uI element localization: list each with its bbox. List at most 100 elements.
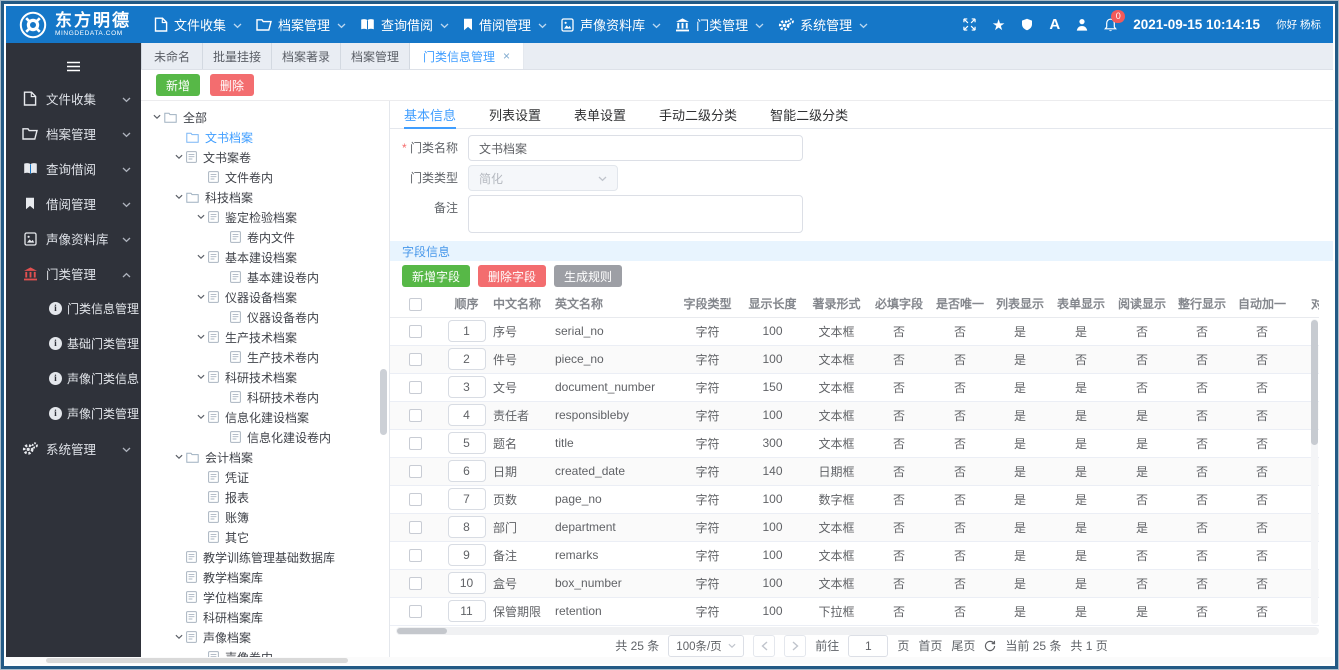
tree-expand-icon[interactable] bbox=[171, 454, 186, 460]
tab-未命名[interactable]: 未命名 bbox=[141, 43, 203, 69]
first-page-link[interactable]: 首页 bbox=[918, 637, 942, 654]
tree-expand-icon[interactable] bbox=[193, 414, 208, 420]
tree-item-文件卷内[interactable]: 文件卷内 bbox=[141, 167, 389, 187]
order-input[interactable]: 2 bbox=[447, 348, 486, 370]
tree-item-文书档案[interactable]: 文书档案 bbox=[141, 127, 389, 147]
tree-item-科研档案库[interactable]: 科研档案库 bbox=[141, 607, 389, 627]
prev-page-button[interactable] bbox=[753, 634, 776, 657]
nav-item-6[interactable]: 门类管理 bbox=[675, 6, 764, 43]
tree-item-基本建设档案[interactable]: 基本建设档案 bbox=[141, 247, 389, 267]
tree-vscrollbar-thumb[interactable] bbox=[380, 369, 387, 435]
tree-item-声像档案[interactable]: 声像档案 bbox=[141, 627, 389, 647]
star-icon[interactable]: ★ bbox=[992, 16, 1005, 34]
category-name-input[interactable] bbox=[468, 135, 803, 161]
sidebar-subitem-声像门类信息[interactable]: i 声像门类信息 bbox=[6, 361, 141, 396]
sidebar-item-5[interactable]: 声像资料库 bbox=[6, 221, 141, 256]
tree-item-报表[interactable]: 报表 bbox=[141, 487, 389, 507]
tab-档案管理[interactable]: 档案管理 bbox=[341, 43, 411, 69]
panel-tab-列表设置[interactable]: 列表设置 bbox=[489, 101, 541, 128]
nav-item-4[interactable]: 借阅管理 bbox=[463, 6, 547, 43]
sidebar-subitem-门类信息管理[interactable]: i 门类信息管理 bbox=[6, 291, 141, 326]
bell-icon[interactable]: 0 bbox=[1104, 9, 1126, 32]
refresh-icon[interactable] bbox=[984, 640, 996, 652]
tree-expand-icon[interactable] bbox=[193, 214, 208, 220]
user-icon[interactable] bbox=[1076, 18, 1088, 31]
delete-field-button[interactable]: 删除字段 bbox=[478, 265, 547, 287]
tree-expand-icon[interactable] bbox=[193, 294, 208, 300]
sidebar-item-2[interactable]: 档案管理 bbox=[6, 116, 141, 151]
tree-item-信息化建设卷内[interactable]: 信息化建设卷内 bbox=[141, 427, 389, 447]
tree-expand-icon[interactable] bbox=[149, 114, 164, 120]
page-hscrollbar[interactable] bbox=[6, 657, 1333, 664]
order-input[interactable]: 8 bbox=[447, 516, 486, 538]
tree-item-学位档案库[interactable]: 学位档案库 bbox=[141, 587, 389, 607]
panel-tab-表单设置[interactable]: 表单设置 bbox=[574, 101, 626, 128]
table-vscrollbar-thumb[interactable] bbox=[1311, 320, 1318, 445]
close-icon[interactable]: × bbox=[503, 49, 510, 63]
order-input[interactable]: 1 bbox=[447, 320, 486, 342]
row-checkbox[interactable] bbox=[408, 465, 422, 479]
row-checkbox[interactable] bbox=[408, 605, 422, 619]
font-size-icon[interactable]: A bbox=[1049, 16, 1060, 33]
tree-item-鉴定检验档案[interactable]: 鉴定检验档案 bbox=[141, 207, 389, 227]
tree-item-生产技术档案[interactable]: 生产技术档案 bbox=[141, 327, 389, 347]
table-hscrollbar-track[interactable] bbox=[396, 626, 1319, 635]
sidebar-item-6[interactable]: 门类管理 bbox=[6, 256, 141, 291]
sidebar-subitem-基础门类管理[interactable]: i 基础门类管理 bbox=[6, 326, 141, 361]
delete-button[interactable]: 删除 bbox=[210, 74, 255, 96]
goto-page-input[interactable] bbox=[848, 634, 889, 657]
nav-item-1[interactable]: 文件收集 bbox=[154, 6, 242, 43]
tree-item-文书案卷[interactable]: 文书案卷 bbox=[141, 147, 389, 167]
generate-rule-button[interactable]: 生成规则 bbox=[554, 265, 623, 287]
sidebar-item-3[interactable]: 查询借阅 bbox=[6, 151, 141, 186]
shield-icon[interactable] bbox=[1021, 18, 1033, 31]
sidebar-subitem-声像门类管理[interactable]: i 声像门类管理 bbox=[6, 396, 141, 431]
tree-item-科研技术档案[interactable]: 科研技术档案 bbox=[141, 367, 389, 387]
last-page-link[interactable]: 尾页 bbox=[951, 637, 975, 654]
select-all-checkbox[interactable] bbox=[408, 297, 422, 311]
row-checkbox[interactable] bbox=[408, 381, 422, 395]
nav-item-7[interactable]: 系统管理 bbox=[778, 6, 868, 43]
tree-expand-icon[interactable] bbox=[193, 254, 208, 260]
tab-active[interactable]: 门类信息管理 × bbox=[410, 43, 525, 69]
tree-item-仪器设备档案[interactable]: 仪器设备档案 bbox=[141, 287, 389, 307]
menu-toggle-icon[interactable] bbox=[6, 51, 141, 81]
tree-item-信息化建设档案[interactable]: 信息化建设档案 bbox=[141, 407, 389, 427]
tree-item-声像卷内[interactable]: 声像卷内 bbox=[141, 647, 389, 657]
sidebar-item-4[interactable]: 借阅管理 bbox=[6, 186, 141, 221]
tree-item-仪器设备卷内[interactable]: 仪器设备卷内 bbox=[141, 307, 389, 327]
tree-item-教学训练管理基础数据库[interactable]: 教学训练管理基础数据库 bbox=[141, 547, 389, 567]
order-input[interactable]: 4 bbox=[447, 404, 486, 426]
tree-item-凭证[interactable]: 凭证 bbox=[141, 467, 389, 487]
remark-textarea[interactable] bbox=[468, 195, 803, 233]
tree-expand-icon[interactable] bbox=[193, 374, 208, 380]
row-checkbox[interactable] bbox=[408, 409, 422, 423]
nav-item-2[interactable]: 档案管理 bbox=[256, 6, 346, 43]
tree-expand-icon[interactable] bbox=[171, 154, 186, 160]
tree-item-生产技术卷内[interactable]: 生产技术卷内 bbox=[141, 347, 389, 367]
category-type-select[interactable]: 简化 bbox=[468, 165, 618, 191]
order-input[interactable]: 5 bbox=[447, 432, 486, 454]
sidebar-item-7[interactable]: 系统管理 bbox=[6, 431, 141, 466]
next-page-button[interactable] bbox=[784, 634, 807, 657]
tree-item-账簿[interactable]: 账簿 bbox=[141, 507, 389, 527]
row-checkbox[interactable] bbox=[408, 521, 422, 535]
tree-item-卷内文件[interactable]: 卷内文件 bbox=[141, 227, 389, 247]
add-field-button[interactable]: 新增字段 bbox=[402, 265, 471, 287]
tree-item-全部[interactable]: 全部 bbox=[141, 107, 389, 127]
nav-item-3[interactable]: 查询借阅 bbox=[360, 6, 449, 43]
order-input[interactable]: 3 bbox=[447, 376, 486, 398]
tab-批量挂接[interactable]: 批量挂接 bbox=[203, 43, 273, 69]
tree-item-其它[interactable]: 其它 bbox=[141, 527, 389, 547]
row-checkbox[interactable] bbox=[408, 493, 422, 507]
order-input[interactable]: 11 bbox=[447, 600, 486, 622]
sidebar-item-1[interactable]: 文件收集 bbox=[6, 81, 141, 116]
nav-item-5[interactable]: 声像资料库 bbox=[561, 6, 661, 43]
fullscreen-icon[interactable] bbox=[963, 18, 976, 31]
order-input[interactable]: 10 bbox=[447, 572, 486, 594]
tree-item-基本建设卷内[interactable]: 基本建设卷内 bbox=[141, 267, 389, 287]
order-input[interactable]: 6 bbox=[447, 460, 486, 482]
tab-档案著录[interactable]: 档案著录 bbox=[272, 43, 342, 69]
page-hscrollbar-thumb[interactable] bbox=[46, 658, 348, 663]
row-checkbox[interactable] bbox=[408, 577, 422, 591]
